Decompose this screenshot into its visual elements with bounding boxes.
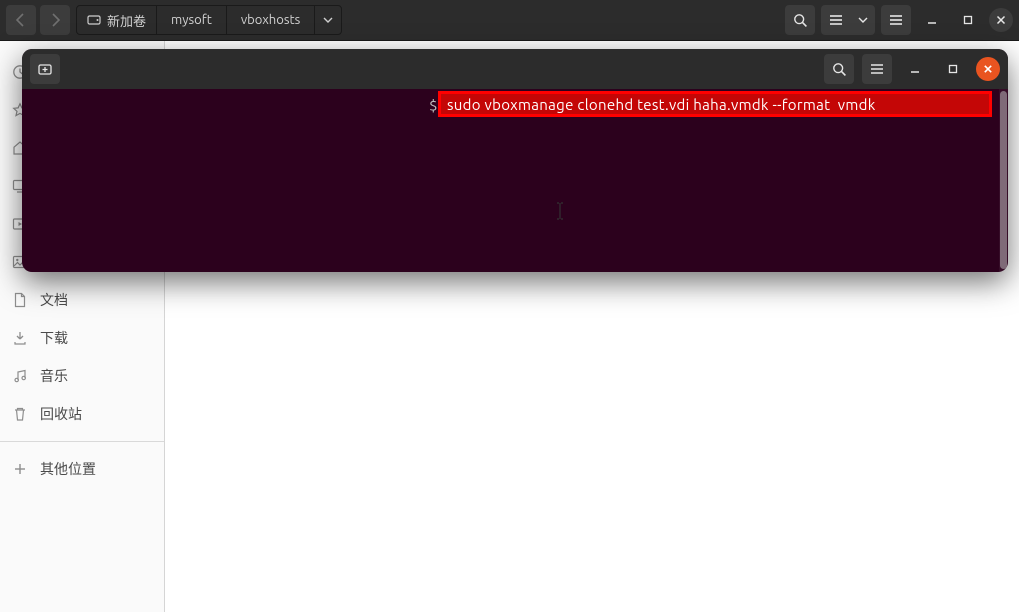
terminal-scrollbar[interactable] [999, 89, 1008, 272]
breadcrumb-dropdown[interactable] [315, 6, 341, 34]
close-icon [983, 64, 993, 74]
terminal-minimize-button[interactable] [900, 54, 930, 84]
terminal-search-button[interactable] [824, 54, 854, 84]
minimize-icon [926, 14, 938, 26]
breadcrumb-segment-volume[interactable]: 新加卷 [77, 6, 157, 34]
terminal-close-button[interactable] [976, 57, 1000, 81]
sidebar-item-other-locations[interactable]: 其他位置 [0, 450, 164, 488]
terminal-body[interactable]: $ sudo vboxmanage clonehd test.vdi haha.… [22, 89, 1008, 272]
file-manager-header: 新加卷 mysoft vboxhosts [0, 0, 1019, 41]
terminal-new-tab-button[interactable] [30, 54, 60, 84]
terminal-maximize-button[interactable] [938, 54, 968, 84]
search-icon [832, 62, 847, 77]
trash-icon [12, 406, 28, 422]
drive-icon [87, 13, 101, 27]
window-minimize-button[interactable] [917, 5, 947, 35]
terminal-window: $ sudo vboxmanage clonehd test.vdi haha.… [22, 49, 1008, 272]
maximize-icon [947, 63, 959, 75]
sidebar-item-trash[interactable]: 回收站 [0, 395, 164, 433]
music-icon [12, 368, 28, 384]
hamburger-icon [870, 63, 884, 75]
view-list-button[interactable] [821, 5, 851, 35]
terminal-header [22, 49, 1008, 89]
view-options-group [821, 5, 875, 35]
path-breadcrumb: 新加卷 mysoft vboxhosts [76, 5, 342, 35]
terminal-menu-button[interactable] [862, 54, 892, 84]
sidebar-separator [0, 441, 164, 442]
sidebar-item-label: 下载 [40, 328, 68, 348]
nav-forward-button[interactable] [40, 5, 70, 35]
minimize-icon [909, 63, 921, 75]
breadcrumb-label: 新加卷 [107, 11, 146, 30]
nav-back-button[interactable] [6, 5, 36, 35]
sidebar-item-music[interactable]: 音乐 [0, 357, 164, 395]
search-icon [793, 13, 808, 28]
breadcrumb-label: vboxhosts [241, 13, 300, 27]
window-maximize-button[interactable] [953, 5, 983, 35]
highlighted-command: sudo vboxmanage clonehd test.vdi haha.vm… [438, 91, 992, 117]
sidebar-item-label: 文档 [40, 290, 68, 310]
view-dropdown-button[interactable] [851, 5, 875, 35]
sidebar-item-label: 回收站 [40, 404, 82, 424]
list-icon [829, 14, 843, 26]
hamburger-menu-button[interactable] [881, 5, 911, 35]
sidebar-item-label: 其他位置 [40, 459, 96, 479]
document-icon [12, 292, 28, 308]
chevron-down-icon [858, 17, 868, 23]
download-icon [12, 330, 28, 346]
sidebar-item-label: 音乐 [40, 366, 68, 386]
sidebar-item-documents[interactable]: 文档 [0, 281, 164, 319]
terminal-scrollbar-thumb[interactable] [1000, 91, 1007, 269]
sidebar-item-downloads[interactable]: 下载 [0, 319, 164, 357]
new-tab-icon [37, 62, 53, 76]
maximize-icon [962, 14, 974, 26]
breadcrumb-segment[interactable]: vboxhosts [227, 6, 315, 34]
search-button[interactable] [785, 5, 815, 35]
close-icon [996, 15, 1006, 25]
shell-prompt: $ [429, 97, 437, 114]
hamburger-icon [889, 14, 903, 26]
breadcrumb-label: mysoft [171, 13, 212, 27]
plus-icon [12, 461, 28, 477]
breadcrumb-segment[interactable]: mysoft [157, 6, 227, 34]
window-close-button[interactable] [989, 8, 1013, 32]
command-text: sudo vboxmanage clonehd test.vdi haha.vm… [447, 96, 876, 113]
